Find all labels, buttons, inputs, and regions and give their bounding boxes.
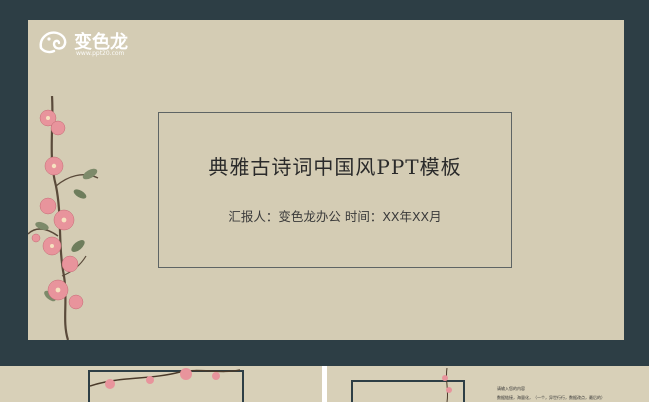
thumbnail-text-1: 请输入您的内容 (497, 386, 525, 391)
slide-canvas: 变色龙 www.ppt20.com 典雅古诗词中国风PPT模板 汇报人：变色龙办… (28, 20, 624, 340)
thumbnail-text-2: 数据链接，海量化，（一个，异世行行，数据改点，最后的） (497, 395, 605, 400)
chameleon-logo-icon (39, 31, 67, 54)
plum-blossom-branch-icon (28, 96, 99, 340)
logo: 变色龙 www.ppt20.com (36, 26, 156, 60)
blossom-thumbnail-icon (90, 368, 240, 389)
thumbnail-strip: 请输入您的内容 数据链接，海量化，（一个，异世行行，数据改点，最后的） (0, 366, 649, 402)
thumbnail-slide-3[interactable]: 请输入您的内容 数据链接，海量化，（一个，异世行行，数据改点，最后的） (327, 366, 649, 402)
slide-subtitle: 汇报人：变色龙办公 时间：XX年XX月 (228, 209, 442, 224)
slide-viewer: 变色龙 www.ppt20.com 典雅古诗词中国风PPT模板 汇报人：变色龙办… (0, 0, 649, 402)
blossom-thumbnail-icon (442, 368, 452, 402)
main-slide[interactable]: 变色龙 www.ppt20.com 典雅古诗词中国风PPT模板 汇报人：变色龙办… (0, 0, 649, 366)
thumbnail-slide-2[interactable] (0, 366, 322, 402)
logo-url: www.ppt20.com (76, 50, 125, 57)
slide-title: 典雅古诗词中国风PPT模板 (208, 155, 462, 179)
title-frame: 典雅古诗词中国风PPT模板 汇报人：变色龙办公 时间：XX年XX月 (158, 112, 512, 268)
